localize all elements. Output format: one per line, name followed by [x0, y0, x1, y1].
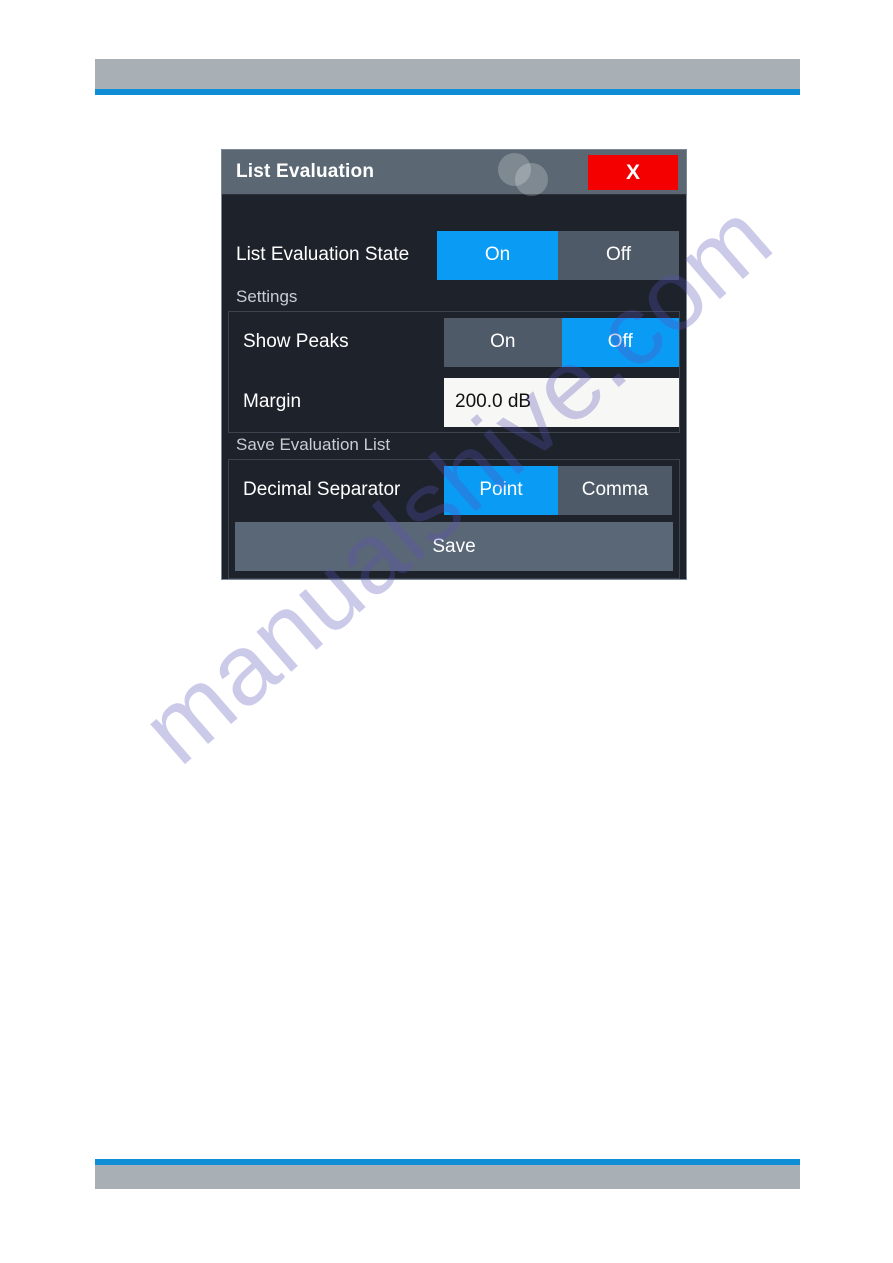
row-margin: Margin 200.0 dB	[229, 372, 679, 432]
save-button-row: Save	[229, 520, 679, 578]
save-button[interactable]: Save	[235, 522, 673, 571]
list-evaluation-state-on[interactable]: On	[437, 230, 558, 280]
dialog-title: List Evaluation	[236, 161, 375, 182]
list-evaluation-state-off[interactable]: Off	[558, 231, 679, 280]
show-peaks-toggle: On Off	[444, 317, 679, 367]
decimal-separator-point[interactable]: Point	[444, 465, 558, 515]
list-evaluation-state-control: On Off	[437, 225, 686, 285]
decimal-separator-toggle: Point Comma	[444, 465, 672, 515]
decimal-separator-label: Decimal Separator	[243, 479, 401, 500]
show-peaks-on[interactable]: On	[444, 318, 562, 367]
show-peaks-off[interactable]: Off	[561, 317, 679, 367]
save-evaluation-list-section-caption: Save Evaluation List	[222, 433, 686, 459]
page-footer-banner	[95, 1165, 800, 1189]
settings-group: Show Peaks On Off Margin 200.0 dB	[228, 311, 680, 433]
settings-section-caption: Settings	[222, 285, 686, 311]
list-evaluation-dialog: List Evaluation X List Evaluation State …	[221, 149, 687, 580]
row-list-evaluation-state: List Evaluation State On Off	[222, 225, 686, 285]
decimal-separator-comma[interactable]: Comma	[558, 466, 672, 515]
list-evaluation-state-label: List Evaluation State	[236, 244, 410, 265]
dialog-titlebar: List Evaluation X	[222, 150, 686, 196]
page-header-rule	[95, 89, 800, 95]
decimal-separator-control: Point Comma	[444, 460, 679, 520]
margin-label: Margin	[243, 391, 302, 412]
dialog-body: List Evaluation State On Off Settings Sh…	[222, 195, 686, 579]
margin-input[interactable]: 200.0 dB	[444, 377, 679, 427]
row-decimal-separator: Decimal Separator Point Comma	[229, 460, 679, 520]
body-top-spacer	[222, 195, 686, 225]
row-show-peaks: Show Peaks On Off	[229, 312, 679, 372]
close-icon: X	[625, 160, 640, 184]
close-button[interactable]: X	[588, 155, 678, 190]
page-header-banner	[95, 59, 800, 89]
show-peaks-label: Show Peaks	[243, 331, 349, 352]
margin-control: 200.0 dB	[444, 372, 679, 432]
show-peaks-control: On Off	[444, 312, 679, 372]
list-evaluation-state-toggle: On Off	[437, 230, 679, 280]
overlapping-circles-icon	[496, 151, 556, 196]
save-evaluation-list-group: Decimal Separator Point Comma Save	[228, 459, 680, 579]
